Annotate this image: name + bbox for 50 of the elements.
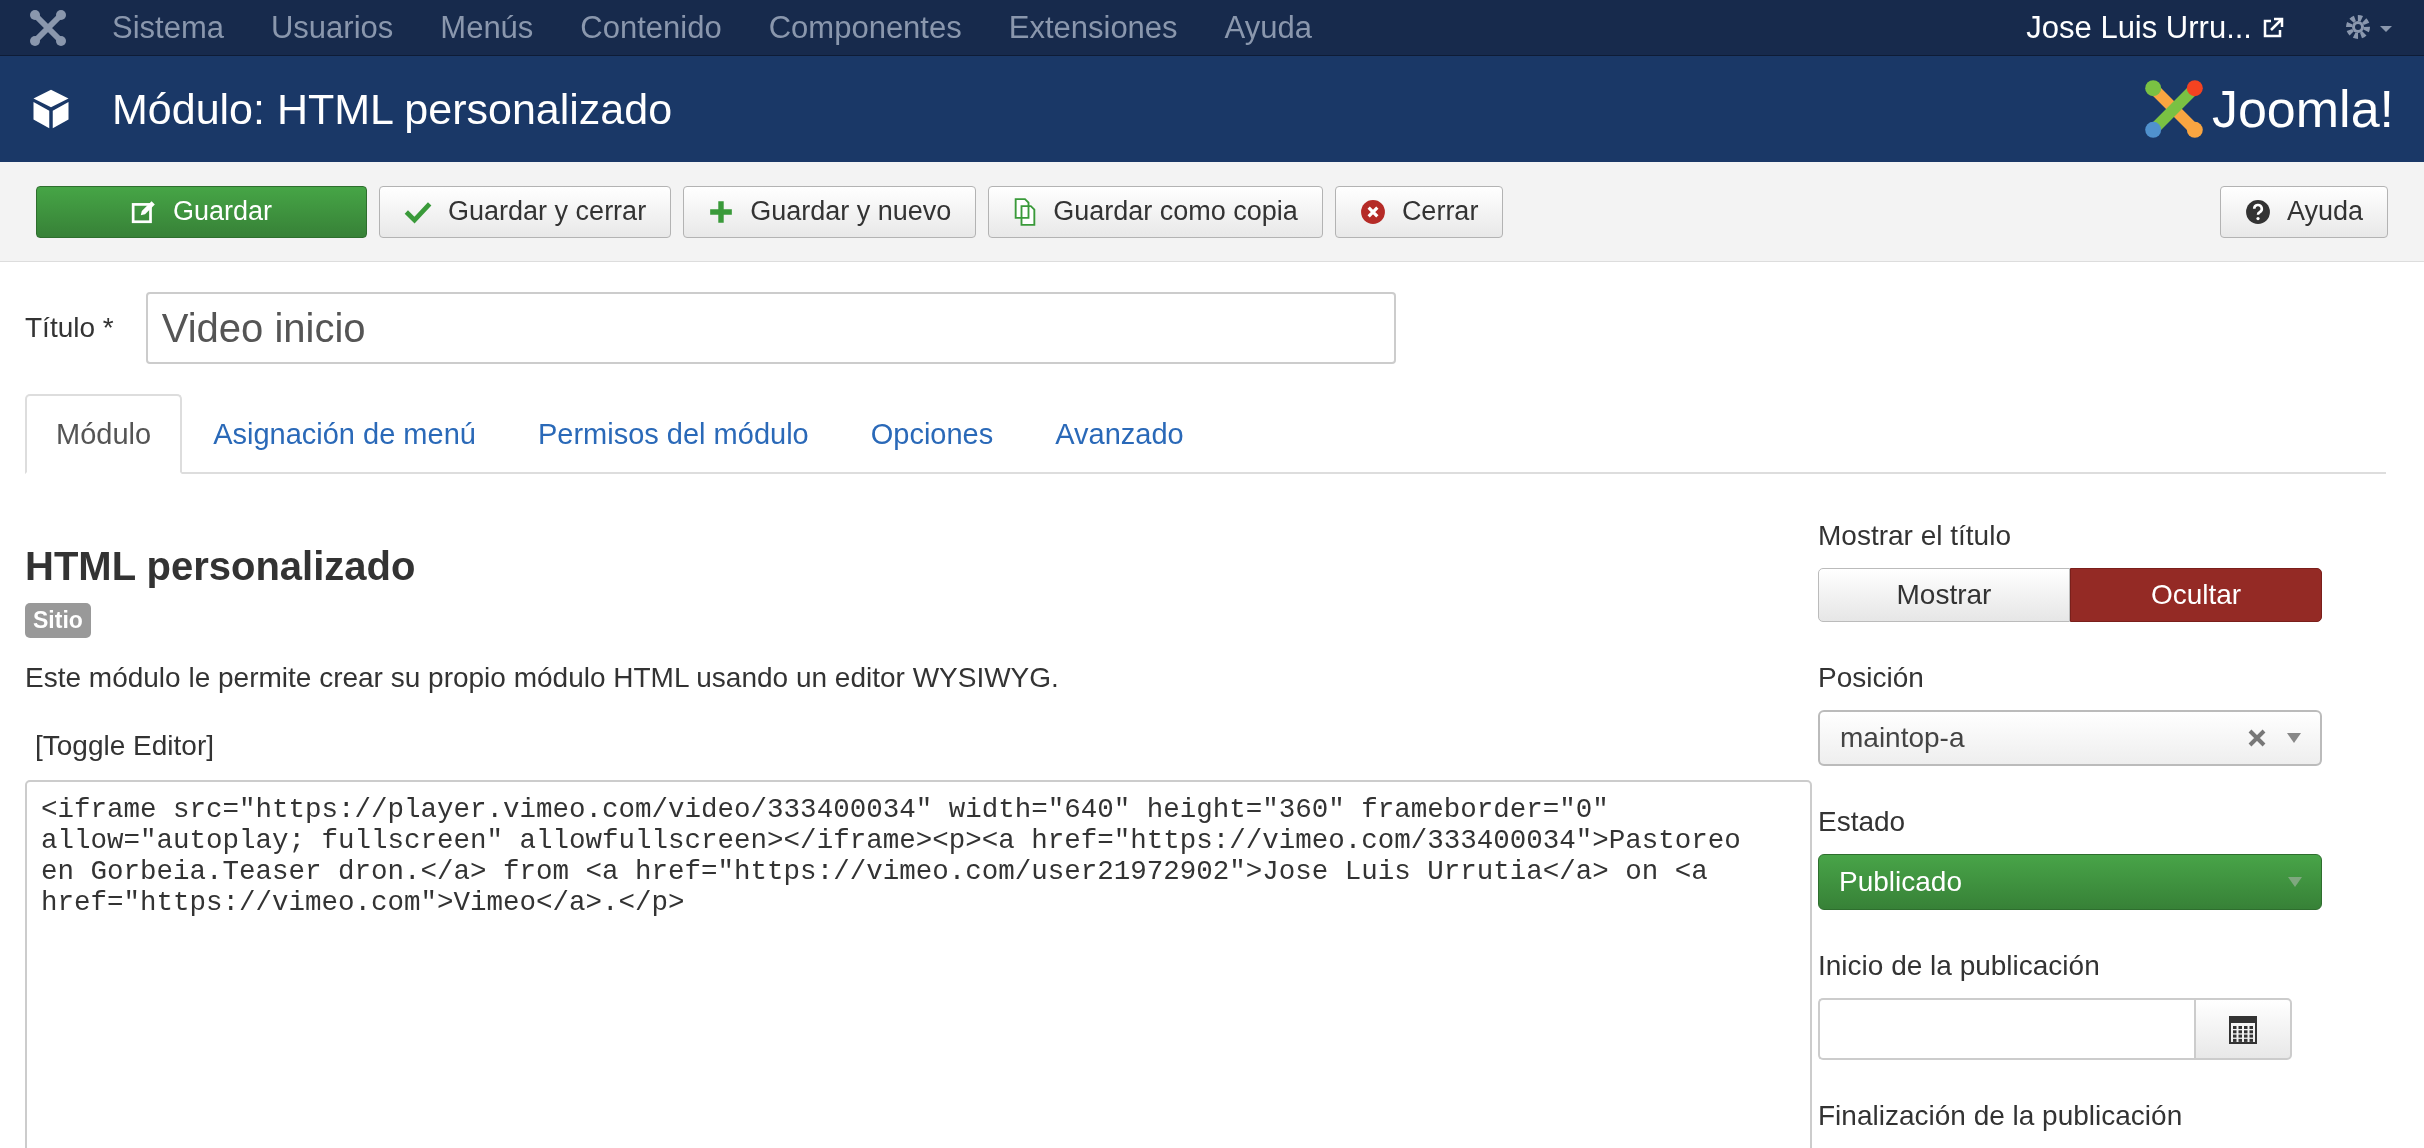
save-close-button[interactable]: Guardar y cerrar: [379, 185, 672, 238]
joomla-logo-icon[interactable]: [30, 9, 66, 46]
help-icon: [2244, 198, 2271, 225]
help-button[interactable]: Ayuda: [2219, 185, 2388, 238]
edit-icon: [131, 198, 157, 225]
save-new-button[interactable]: Guardar y nuevo: [683, 185, 977, 238]
nav-menu-item[interactable]: Usuarios: [271, 9, 394, 46]
calendar-button[interactable]: [2194, 998, 2292, 1060]
nav-menu-item[interactable]: Ayuda: [1224, 9, 1312, 46]
tab[interactable]: Avanzado: [1024, 394, 1215, 474]
close-button[interactable]: Cerrar: [1334, 185, 1504, 238]
plus-icon: [708, 198, 735, 225]
save-button[interactable]: Guardar: [36, 185, 368, 238]
toggle-option-button[interactable]: Mostrar: [1818, 568, 2070, 622]
show-title-label: Mostrar el título: [1818, 520, 2012, 552]
tab[interactable]: Asignación de menú: [182, 394, 507, 474]
joomla-logo: Joomla!: [2141, 77, 2394, 141]
position-label: Posición: [1818, 662, 1925, 694]
nav-menu-item[interactable]: Sistema: [112, 9, 224, 46]
nav-menu-item[interactable]: Contenido: [580, 9, 722, 46]
title-input-field[interactable]: Video inicio: [145, 292, 1396, 364]
caret-icon: [2286, 732, 2302, 744]
calendar-icon: [2229, 1014, 2257, 1044]
tab[interactable]: Módulo: [25, 394, 183, 474]
status-label: Estado: [1818, 806, 1907, 838]
caret-icon: [2287, 876, 2303, 888]
toggle-editor-link[interactable]: [Toggle Editor]: [35, 730, 214, 762]
module-heading: HTML personalizado: [25, 544, 417, 589]
status-select[interactable]: Publicado: [1818, 854, 2322, 910]
close-icon: [1359, 198, 1386, 225]
toggle-option-button[interactable]: Ocultar: [2070, 568, 2322, 622]
title-label: Título *: [25, 312, 114, 344]
publish-start-label: Inicio de la publicación: [1818, 950, 2101, 982]
user-link[interactable]: Jose Luis Urru...: [2026, 9, 2284, 46]
date-input-field[interactable]: [1818, 998, 2194, 1060]
nav-menu-item[interactable]: Extensiones: [1008, 9, 1178, 46]
external-link-icon: [2262, 16, 2284, 39]
tab[interactable]: Permisos del módulo: [506, 394, 840, 474]
tab[interactable]: Opciones: [839, 394, 1025, 474]
module-description: Este módulo le permite crear su propio módulo HTML usando un editor WYSIWYG.: [25, 662, 1060, 694]
clear-icon[interactable]: [2248, 729, 2266, 747]
nav-menu-item[interactable]: Componentes: [768, 9, 962, 46]
publish-end-label: Finalización de la publicación: [1818, 1100, 2184, 1132]
copy-button[interactable]: Guardar como copia: [988, 185, 1323, 238]
copy-icon: [1013, 197, 1038, 226]
position-select[interactable]: maintop-a: [1818, 710, 2322, 766]
nav-menu-item[interactable]: Menús: [440, 9, 534, 46]
page-title: Módulo: HTML personalizado: [112, 84, 673, 134]
code-editor-field[interactable]: <iframe src="https://player.vimeo.com/video/333400034" width="640" height="360" frameborder="0" allow="autoplay; fullscreen" allowfullscreen></iframe><p><a href="https://vimeo.com/333400034">Pastoreo en Gorbeia.Teaser dron.</a> from <a href="https://vimeo.com/user21972902">Jose Luis Urrutia</a> on <a href="https://vimeo.com">Vimeo</a>.</p>: [25, 780, 1812, 1148]
site-badge: Sitio: [25, 603, 91, 638]
